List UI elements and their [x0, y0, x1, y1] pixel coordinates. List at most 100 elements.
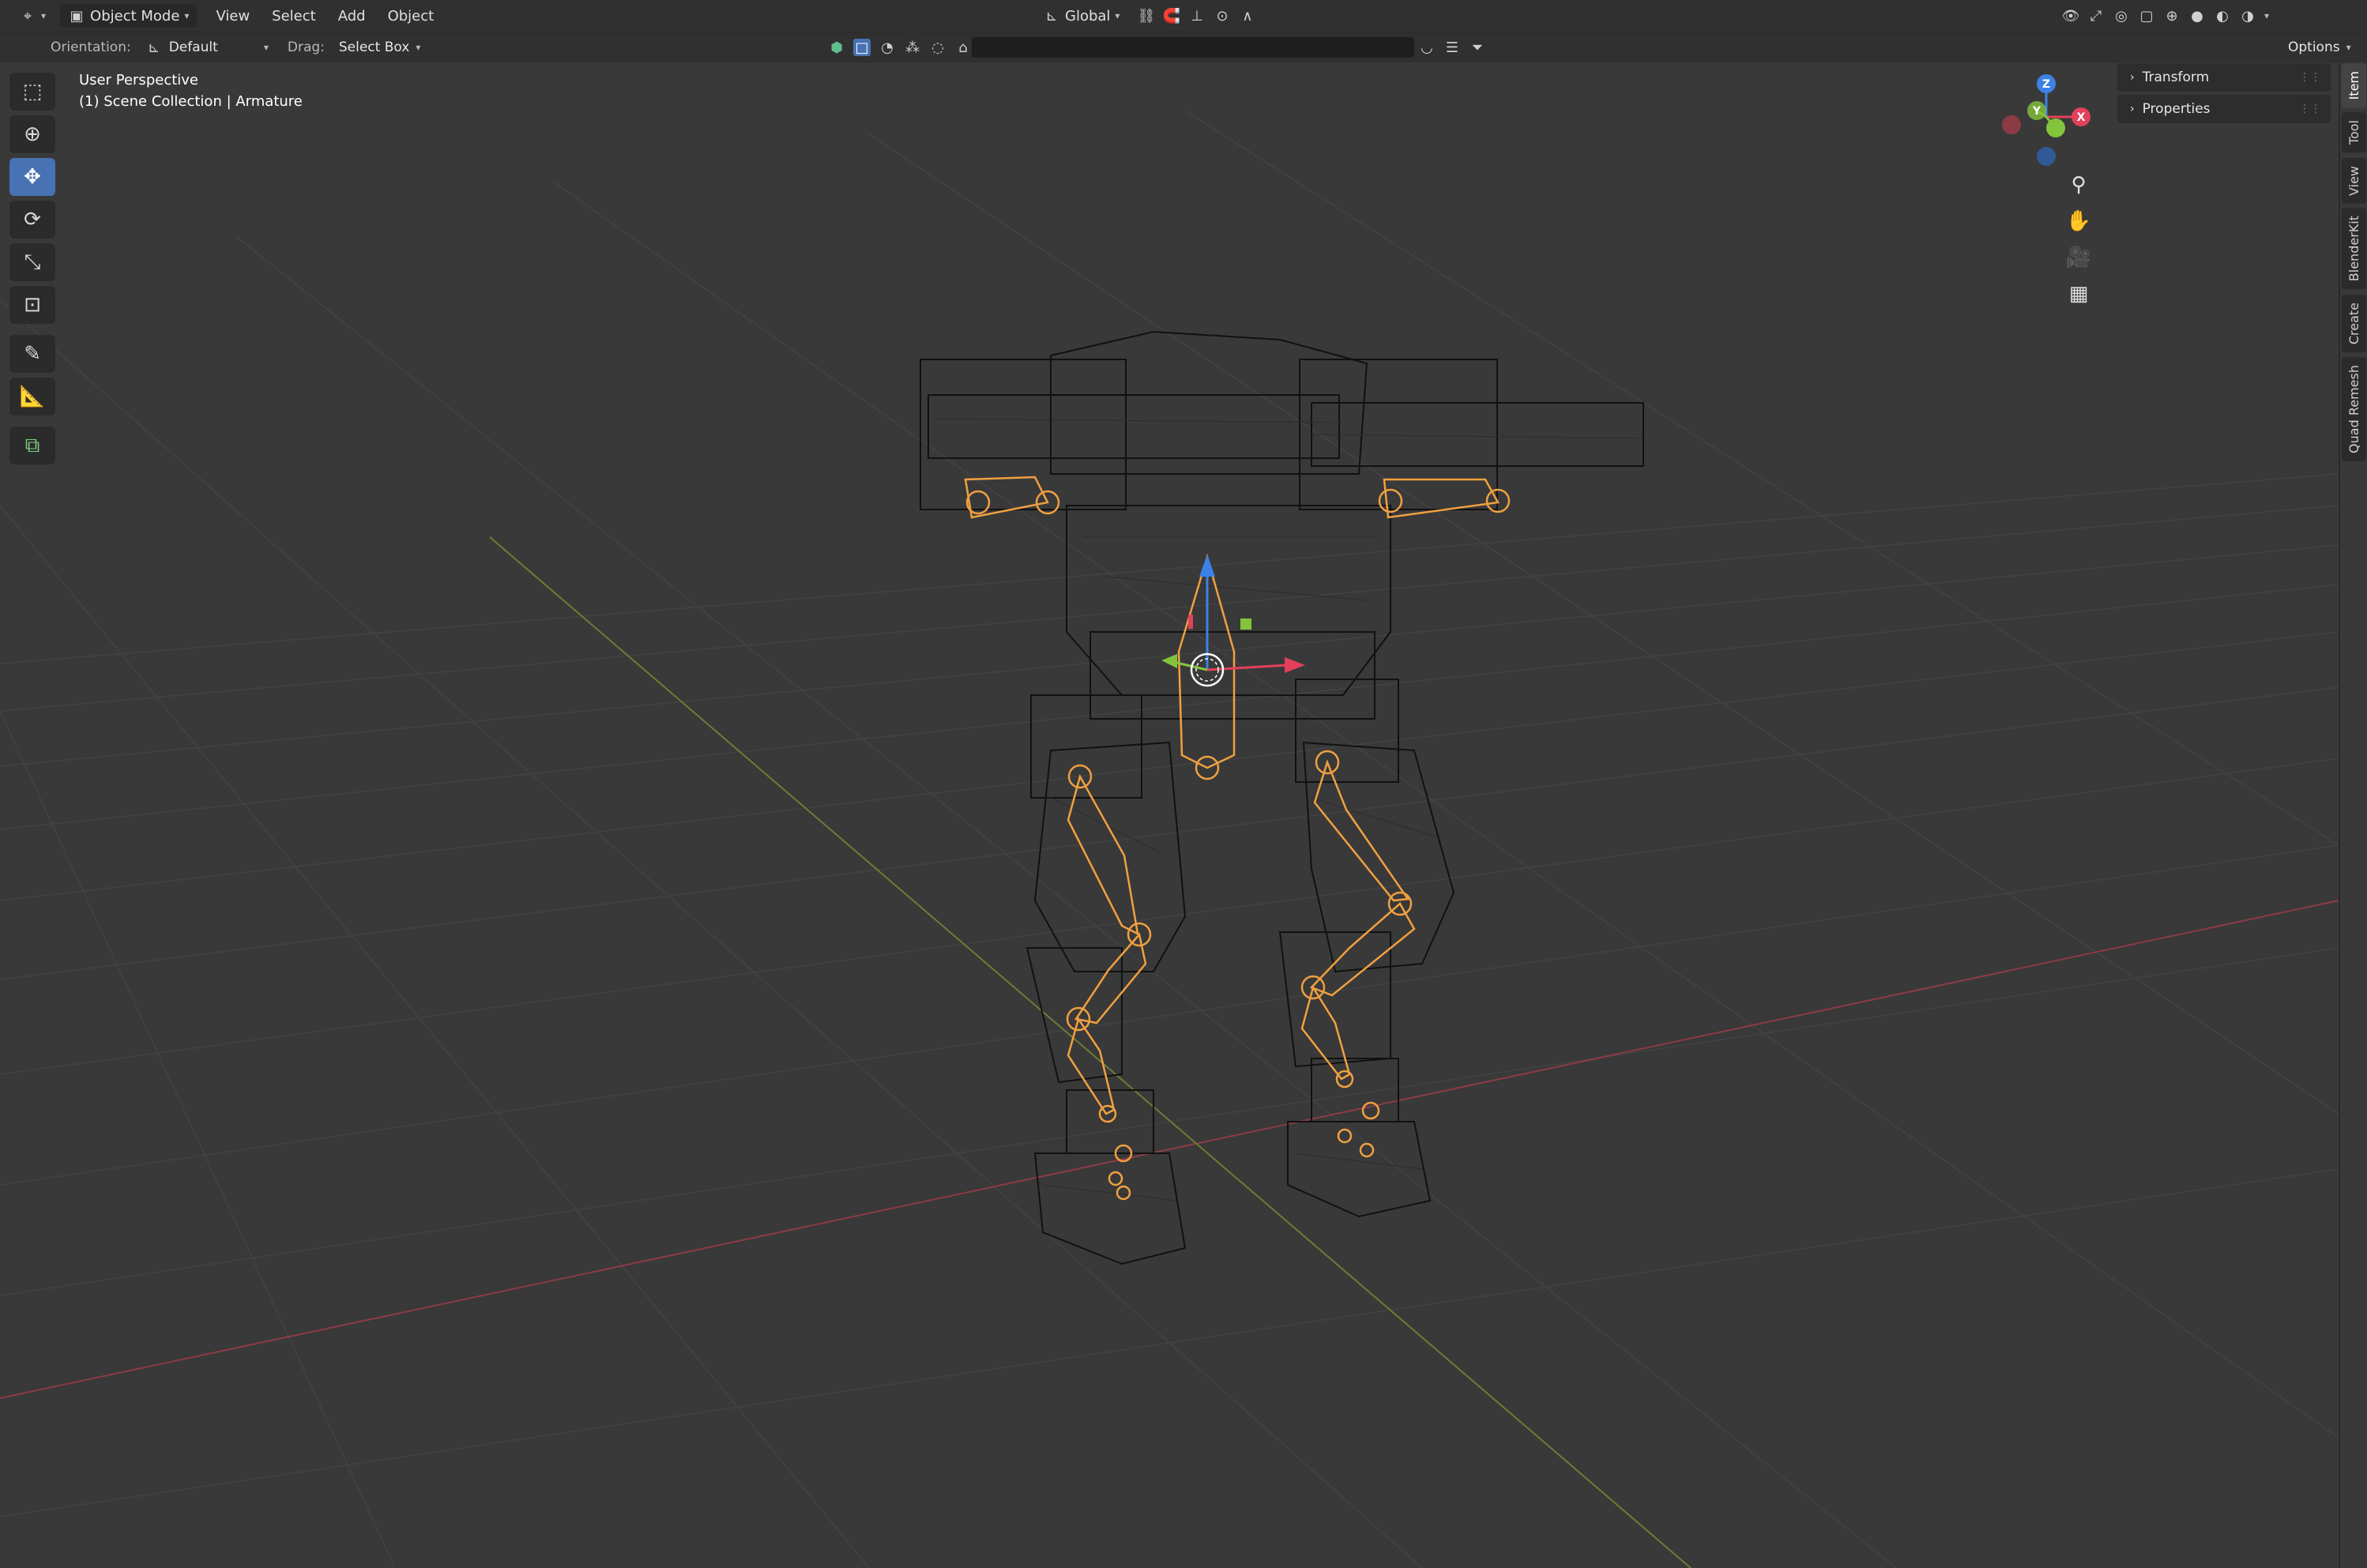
chevron-down-icon: ▾	[263, 42, 269, 53]
snapping-group: ⛓ 🧲 ⊥ ⊙ ∧	[1138, 7, 1256, 24]
menu-select[interactable]: Select	[261, 8, 327, 24]
zoom-icon[interactable]: ⚲	[2059, 169, 2098, 201]
transform-icon: ⊡	[24, 293, 41, 317]
options-label: Options	[2288, 39, 2340, 55]
tab-blenderkit[interactable]: BlenderKit	[2341, 208, 2366, 290]
scale-tool[interactable]: ⤡	[9, 243, 55, 281]
annotate-pencil-icon: ✎	[24, 342, 41, 366]
drag-handle-icon[interactable]: ⋮⋮	[2299, 103, 2321, 115]
collapse-icon[interactable]: ◡	[1418, 39, 1436, 56]
3d-viewport[interactable]: Z Y X	[0, 63, 2339, 1568]
orientation-dropdown[interactable]: ⊾ Default ▾	[137, 36, 277, 59]
view-name: User Perspective	[79, 72, 198, 88]
add-cube-tool[interactable]: ⧉	[9, 427, 55, 464]
camera-view-icon[interactable]: 🎥	[2059, 242, 2098, 273]
editor-type-icon: ⌖	[23, 7, 32, 24]
add-cube-icon: ⧉	[24, 433, 40, 457]
rendered-shading-icon[interactable]: ◑	[2239, 7, 2256, 24]
armature-select-icon[interactable]: ◔	[879, 39, 896, 56]
gizmo-z-label: Z	[2042, 78, 2050, 91]
sidebar-tabs: Item Tool View BlenderKit Create Quad Re…	[2340, 63, 2367, 490]
rotate-icon: ⟳	[24, 208, 41, 231]
move-tool[interactable]: ✥	[9, 158, 55, 196]
snap-target-icon[interactable]: ⊥	[1188, 7, 1206, 24]
material-shading-icon[interactable]: ◐	[2214, 7, 2231, 24]
overlay-toggle-icon[interactable]: ◎	[2113, 7, 2130, 24]
visibility-icon[interactable]: 👁	[2062, 7, 2080, 24]
gizmo-toggle-icon[interactable]: ⤢	[2087, 7, 2105, 24]
tab-create[interactable]: Create	[2341, 294, 2366, 352]
mesh-select-icon[interactable]: □	[853, 39, 871, 56]
collection-info: (1) Scene Collection | Armature	[79, 93, 303, 110]
menu-object[interactable]: Object	[377, 8, 446, 24]
transform-tool[interactable]: ⊡	[9, 286, 55, 324]
robot-mesh-wireframe	[920, 330, 1644, 1265]
annotate-tool[interactable]: ✎	[9, 335, 55, 373]
left-toolbar: ⬚ ⊕ ✥ ⟳ ⤡ ⊡ ✎ 📐 ⧉	[9, 73, 58, 464]
pivot-point-icon[interactable]: ⛓	[1138, 7, 1156, 24]
cursor-tool[interactable]: ⊕	[9, 115, 55, 153]
viewport-grid	[0, 110, 2339, 1568]
select-box-tool[interactable]: ⬚	[9, 73, 55, 111]
drag-dropdown[interactable]: Select Box ▾	[331, 36, 428, 58]
orientation-label: Orientation:	[51, 39, 131, 55]
chevron-right-icon: ›	[2130, 71, 2135, 84]
pan-hand-icon[interactable]: ✋	[2059, 205, 2098, 237]
orientation-value: Default	[168, 39, 218, 55]
chevron-down-icon[interactable]: ▾	[2264, 10, 2269, 21]
snap-toggle-icon[interactable]: 🧲	[1163, 7, 1180, 24]
transform-panel-header[interactable]: › Transform ⋮⋮	[2117, 63, 2331, 92]
tab-tool[interactable]: Tool	[2341, 112, 2366, 153]
empty-select-icon[interactable]: ⁂	[904, 39, 921, 56]
x-axis-line	[0, 900, 2339, 1399]
tab-view[interactable]: View	[2341, 157, 2366, 204]
wireframe-shading-icon[interactable]: ⊕	[2163, 7, 2181, 24]
viewport-info: User Perspective (1) Scene Collection | …	[79, 70, 303, 112]
robot-mesh-detail	[931, 418, 1644, 1201]
tab-quad-remesh[interactable]: Quad Remesh	[2341, 356, 2366, 461]
navigation-gizmo[interactable]: Z Y X	[1991, 70, 2102, 172]
orientation-axes-icon: ⊾	[148, 39, 160, 56]
transform-panel-title: Transform	[2142, 70, 2210, 85]
tab-item[interactable]: Item	[2341, 63, 2366, 108]
xray-toggle-icon[interactable]: ▢	[2138, 7, 2155, 24]
menu-view[interactable]: View	[205, 8, 261, 24]
list-icon[interactable]: ☰	[1443, 39, 1461, 56]
drag-handle-icon[interactable]: ⋮⋮	[2299, 71, 2321, 84]
object-type-icon[interactable]: ⬢	[828, 39, 845, 56]
chevron-down-icon: ▾	[416, 42, 421, 53]
filter-icon[interactable]: ⏷	[1469, 39, 1486, 56]
drag-label: Drag:	[287, 39, 325, 55]
chevron-down-icon: ▾	[1115, 10, 1120, 21]
light-select-icon[interactable]: ◌	[929, 39, 946, 56]
object-mode-icon: ▣	[70, 7, 84, 24]
camera-select-icon[interactable]: ⌂	[954, 39, 972, 56]
sidebar-panel: › Transform ⋮⋮ › Properties ⋮⋮	[2117, 63, 2331, 126]
cursor-icon: ⊕	[24, 122, 41, 146]
transform-orientation-dropdown[interactable]: ⊾ Global ▾	[1035, 4, 1127, 28]
search-input[interactable]	[972, 37, 1414, 58]
mode-dropdown[interactable]: ▣ Object Mode ▾	[60, 4, 198, 28]
menu-add[interactable]: Add	[327, 8, 377, 24]
transform-orientation-value: Global	[1065, 7, 1111, 24]
rotate-tool[interactable]: ⟳	[9, 201, 55, 239]
falloff-icon[interactable]: ∧	[1239, 7, 1256, 24]
properties-panel-header[interactable]: › Properties ⋮⋮	[2117, 95, 2331, 123]
measure-tool[interactable]: 📐	[9, 378, 55, 416]
orientation-axes-icon: ⊾	[1045, 7, 1058, 24]
select-box-icon: ⬚	[22, 80, 43, 103]
viewport-header: ⌖ ▾ ▣ Object Mode ▾ View Select Add Obje…	[0, 0, 2367, 32]
editor-type-button[interactable]: ⌖ ▾	[11, 4, 54, 28]
proportional-edit-icon[interactable]: ⊙	[1214, 7, 1231, 24]
gizmo-y-label: Y	[2032, 105, 2041, 118]
move-icon: ✥	[24, 165, 41, 189]
scale-icon: ⤡	[24, 250, 41, 274]
chevron-down-icon: ▾	[2346, 42, 2351, 53]
perspective-grid-icon[interactable]: ▦	[2059, 278, 2098, 310]
solid-shading-icon[interactable]: ●	[2188, 7, 2206, 24]
drag-value: Select Box	[338, 39, 410, 55]
filter-group: ◡ ☰ ⏷	[1418, 39, 1486, 56]
options-dropdown[interactable]: Options ▾	[2280, 36, 2359, 58]
chevron-down-icon: ▾	[41, 10, 47, 21]
measure-ruler-icon: 📐	[19, 385, 46, 408]
